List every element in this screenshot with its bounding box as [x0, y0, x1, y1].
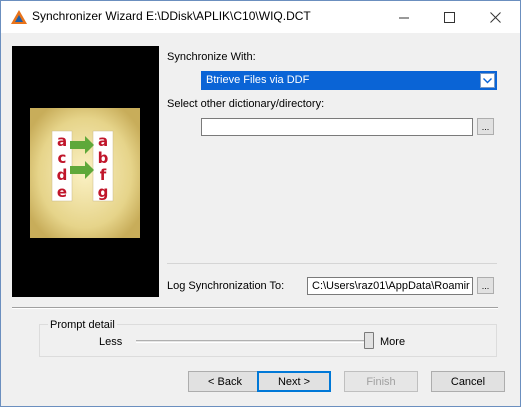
app-icon [11, 10, 27, 24]
title-bar[interactable]: Synchronizer Wizard E:\DDisk\APLIK\C10\W… [1, 1, 520, 33]
sync-with-value: Btrieve Files via DDF [206, 74, 310, 86]
left-letter: d [57, 166, 68, 184]
log-path-input[interactable]: C:\Users\raz01\AppData\Roamir [307, 277, 473, 295]
close-icon [489, 11, 501, 23]
prompt-detail-slider-thumb[interactable] [364, 332, 374, 349]
close-button[interactable] [472, 1, 518, 33]
sync-with-label-text: Synchronize With: [167, 51, 256, 63]
wizard-window: Synchronizer Wizard E:\DDisk\APLIK\C10\W… [0, 0, 521, 407]
left-letter: e [57, 183, 67, 201]
finish-button[interactable]: Finish [344, 371, 418, 392]
maximize-button[interactable] [426, 1, 472, 33]
log-label: Log Synchronization To: [167, 280, 285, 292]
prompt-detail-slider-track[interactable] [136, 340, 373, 343]
right-letter: b [98, 149, 109, 167]
sync-with-label: Synchronize With: [167, 51, 256, 63]
prompt-detail-label: Prompt detail [48, 319, 117, 331]
minimize-button[interactable] [381, 1, 427, 33]
right-letter: g [98, 183, 109, 201]
separator [167, 263, 497, 264]
other-dir-input[interactable] [201, 118, 473, 136]
right-letter: f [100, 166, 107, 184]
cancel-button[interactable]: Cancel [431, 371, 505, 392]
synchronize-illustration: a c d e a b f g [30, 108, 140, 238]
divider [12, 307, 498, 309]
left-letter: c [58, 149, 67, 167]
more-label: More [380, 336, 406, 348]
browse-dir-button[interactable]: ... [477, 118, 494, 135]
chevron-down-icon[interactable] [480, 73, 495, 88]
minimize-icon [398, 17, 409, 18]
left-letter: a [57, 132, 67, 150]
window-title: Synchronizer Wizard E:\DDisk\APLIK\C10\W… [32, 9, 311, 23]
maximize-icon [443, 11, 455, 23]
right-letter: a [98, 132, 108, 150]
wizard-image-panel: a c d e a b f g [12, 46, 159, 297]
other-dir-label: Select other dictionary/directory: [167, 98, 325, 110]
back-button[interactable]: < Back [188, 371, 262, 392]
less-label: Less [99, 336, 123, 348]
next-button[interactable]: Next > [257, 371, 331, 392]
browse-log-button[interactable]: ... [477, 277, 494, 294]
sync-with-select[interactable]: Btrieve Files via DDF [201, 71, 497, 90]
